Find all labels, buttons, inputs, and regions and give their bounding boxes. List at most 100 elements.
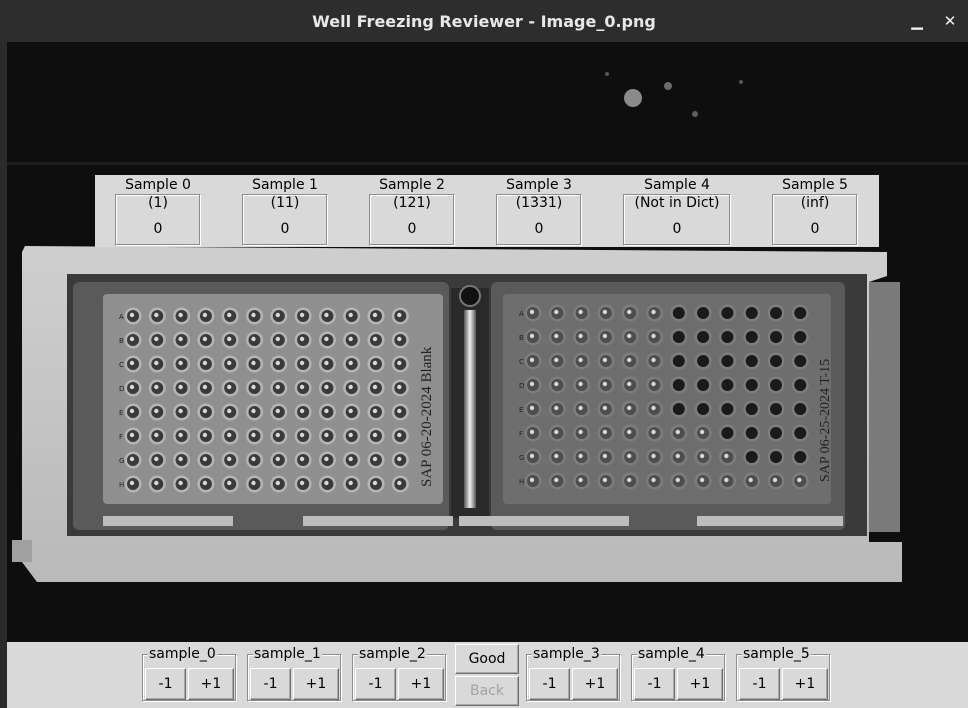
well-highlight	[627, 405, 632, 411]
well	[745, 451, 758, 463]
well	[745, 379, 758, 391]
well-highlight	[129, 360, 135, 366]
well	[697, 307, 710, 319]
well-highlight	[675, 453, 680, 459]
well	[721, 379, 734, 391]
well-highlight	[129, 432, 135, 438]
row-label: H	[519, 478, 524, 486]
well-highlight	[578, 309, 583, 315]
group-label: sample_2	[358, 646, 427, 662]
well	[794, 427, 807, 439]
close-icon[interactable]: ✕	[940, 10, 960, 32]
well-highlight	[299, 384, 305, 390]
well	[745, 355, 758, 367]
sample-5-decrement-button[interactable]: -1	[739, 668, 780, 700]
well-highlight	[578, 429, 583, 435]
well-highlight	[651, 429, 656, 435]
minimize-icon[interactable]: ▁	[907, 10, 927, 32]
well-highlight	[651, 405, 656, 411]
sample-count: 0	[534, 221, 544, 237]
sample-5-increment-button[interactable]: +1	[782, 668, 828, 700]
sample-info-panel: Sample 0 (1) 0 Sample 1 (11) 0 Sample 2 …	[95, 175, 879, 247]
well-highlight	[227, 408, 232, 414]
well-highlight	[578, 453, 583, 459]
well-highlight	[324, 312, 329, 318]
well-highlight	[578, 357, 583, 363]
back-button[interactable]: Back	[455, 676, 519, 706]
sample-1-increment-button[interactable]: +1	[293, 668, 339, 700]
sample-4-controls: sample_4 -1 +1	[631, 646, 726, 702]
sample-title: Sample 4	[644, 177, 710, 193]
well-highlight	[275, 456, 280, 462]
well-highlight	[372, 336, 378, 342]
well-highlight	[602, 381, 608, 387]
well-highlight	[324, 480, 329, 486]
well-highlight	[129, 384, 135, 390]
well-highlight	[299, 480, 305, 486]
sample-0-decrement-button[interactable]: -1	[145, 668, 186, 700]
well-highlight	[154, 408, 159, 414]
well-highlight	[275, 360, 280, 366]
well-highlight	[348, 480, 353, 486]
sample-4-increment-button[interactable]: +1	[677, 668, 723, 700]
well-highlight	[178, 480, 183, 486]
sample-3-increment-button[interactable]: +1	[572, 668, 618, 700]
well-highlight	[554, 453, 559, 459]
well-highlight	[202, 312, 208, 318]
well-highlight	[602, 453, 608, 459]
well	[794, 451, 807, 463]
well-highlight	[627, 429, 632, 435]
group-label: sample_1	[253, 646, 322, 662]
well	[721, 427, 734, 439]
group-label: sample_0	[148, 646, 217, 662]
sample-subtitle: (11)	[270, 195, 300, 211]
sample-2-decrement-button[interactable]: -1	[355, 668, 396, 700]
well-highlight	[324, 432, 329, 438]
well-highlight	[529, 405, 535, 411]
row-label: G	[119, 457, 124, 465]
well-highlight	[397, 480, 402, 486]
sample-title: Sample 3	[506, 177, 572, 193]
well-highlight	[397, 432, 402, 438]
well-highlight	[348, 336, 353, 342]
well-highlight	[772, 477, 778, 483]
well-highlight	[178, 336, 183, 342]
well-highlight	[529, 477, 535, 483]
well	[672, 307, 685, 319]
well-highlight	[251, 408, 256, 414]
well-highlight	[602, 429, 608, 435]
well-highlight	[627, 333, 632, 339]
well-highlight	[578, 405, 583, 411]
well-highlight	[154, 336, 159, 342]
well-highlight	[578, 477, 583, 483]
well-highlight	[554, 309, 559, 315]
well	[745, 307, 758, 319]
well-highlight	[529, 381, 535, 387]
well	[794, 403, 807, 415]
good-button[interactable]: Good	[455, 644, 519, 674]
well-highlight	[178, 432, 183, 438]
well-highlight	[651, 357, 656, 363]
well	[721, 307, 734, 319]
sample-2-increment-button[interactable]: +1	[398, 668, 444, 700]
sample-1-decrement-button[interactable]: -1	[250, 668, 291, 700]
sample-title: Sample 2	[379, 177, 445, 193]
well-highlight	[724, 453, 729, 459]
well-highlight	[299, 432, 305, 438]
well-highlight	[554, 333, 559, 339]
well-highlight	[397, 456, 402, 462]
sample-0-increment-button[interactable]: +1	[188, 668, 234, 700]
right-plate-handwriting: SAP 06-25-2024 T-15	[818, 359, 833, 482]
sample-0-info: Sample 0 (1) 0	[115, 175, 201, 247]
well-highlight	[154, 312, 159, 318]
well-highlight	[275, 480, 280, 486]
well-highlight	[627, 357, 632, 363]
well	[721, 355, 734, 367]
row-label: A	[519, 310, 524, 318]
well-highlight	[397, 384, 402, 390]
sample-4-decrement-button[interactable]: -1	[634, 668, 675, 700]
sample-title: Sample 5	[782, 177, 848, 193]
sample-count: 0	[153, 221, 163, 237]
sample-1-controls: sample_1 -1 +1	[247, 646, 342, 702]
sample-3-decrement-button[interactable]: -1	[529, 668, 570, 700]
